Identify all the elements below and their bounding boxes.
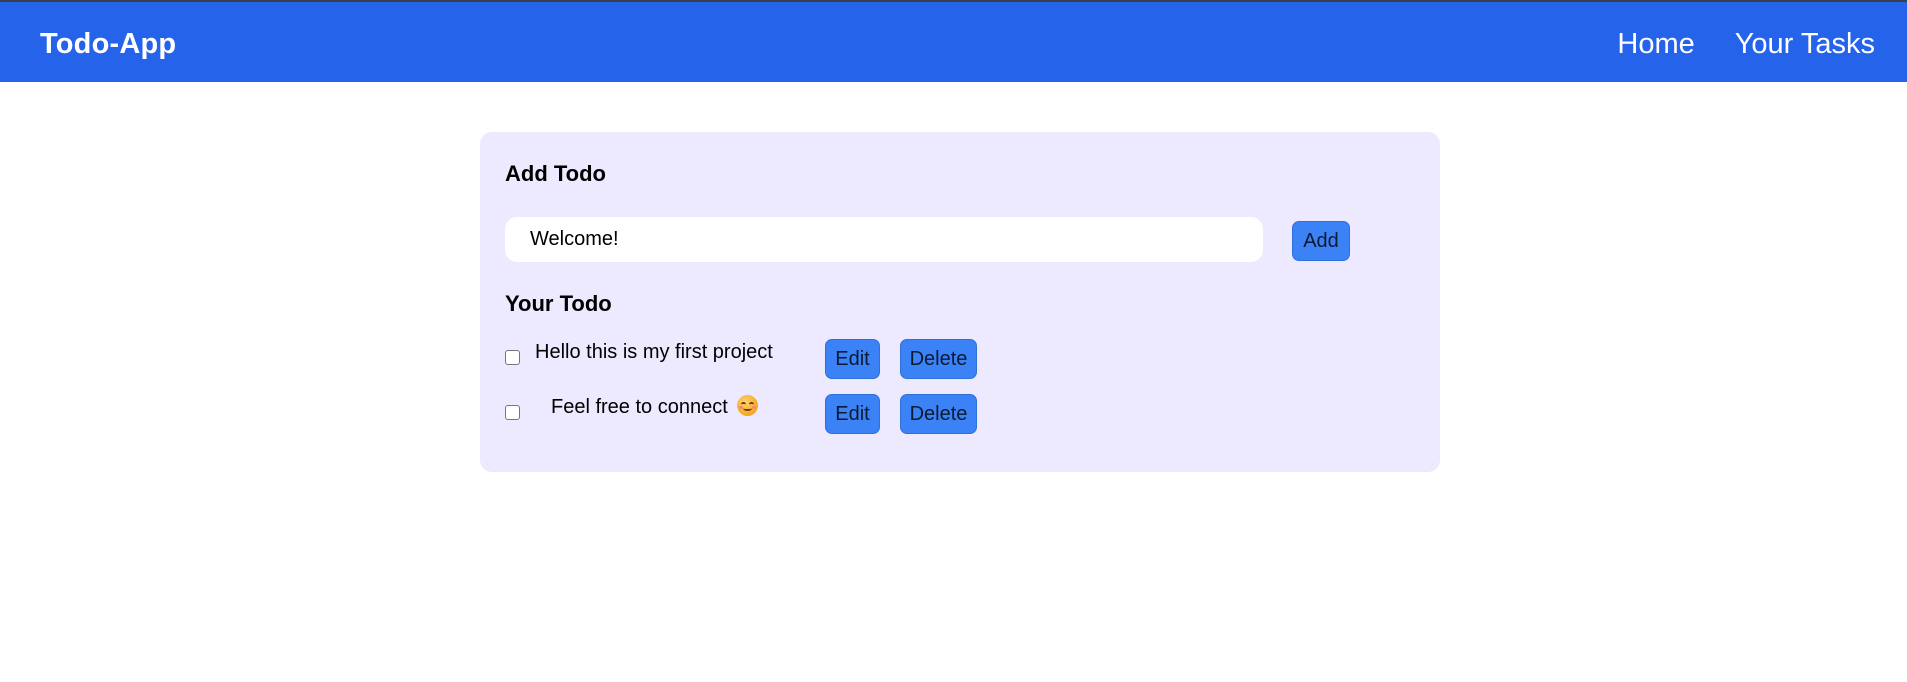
todo-card: Add Todo Add Your Todo Hello this is my … <box>480 132 1440 472</box>
todo-text: Hello this is my first project <box>535 341 773 363</box>
todo-input[interactable] <box>505 217 1263 262</box>
delete-button[interactable]: Delete <box>900 339 977 379</box>
nav-links: Home Your Tasks <box>1617 26 1875 62</box>
todo-item: Hello this is my first project Edit Dele… <box>505 337 1005 379</box>
todo-checkbox[interactable] <box>505 350 520 365</box>
nav-link-your-tasks[interactable]: Your Tasks <box>1735 26 1875 62</box>
delete-button[interactable]: Delete <box>900 394 977 434</box>
todo-item: Feel free to connect Edit Delete <box>505 392 1005 434</box>
add-button[interactable]: Add <box>1292 221 1350 261</box>
edit-button[interactable]: Edit <box>825 394 880 434</box>
navbar: Todo-App Home Your Tasks <box>0 2 1907 82</box>
nav-link-home[interactable]: Home <box>1617 26 1694 62</box>
smiling-face-icon <box>737 395 759 416</box>
edit-button[interactable]: Edit <box>825 339 880 379</box>
add-todo-heading: Add Todo <box>505 161 606 186</box>
your-todo-heading: Your Todo <box>505 291 612 316</box>
todo-text: Feel free to connect <box>551 395 759 419</box>
app-brand[interactable]: Todo-App <box>40 26 176 62</box>
todo-checkbox[interactable] <box>505 405 520 420</box>
